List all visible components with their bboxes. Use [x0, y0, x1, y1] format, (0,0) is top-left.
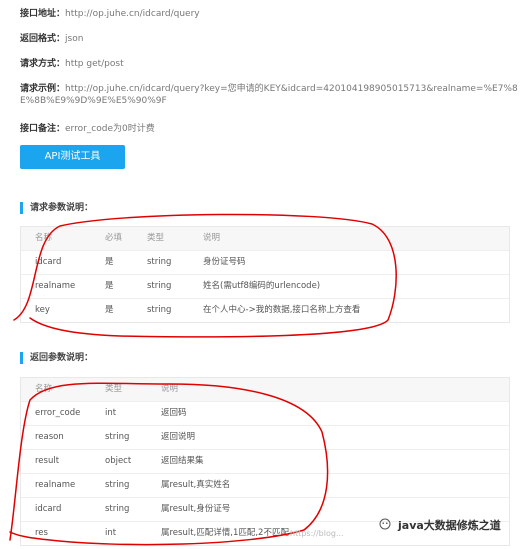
info-address: 接口地址：http://op.juhe.cn/idcard/query	[20, 8, 200, 20]
param-description: 返回说明	[161, 432, 196, 442]
param-description: 姓名(需utf8编码的urlencode)	[203, 281, 321, 291]
param-name: error_code	[35, 408, 81, 418]
address-value[interactable]: http://op.juhe.cn/idcard/query	[65, 9, 200, 19]
param-description: 身份证号码	[203, 257, 246, 267]
info-format: 返回格式：json	[20, 33, 83, 45]
param-description: 返回结果集	[161, 456, 204, 466]
table-header-row: 名称 类型 说明	[21, 378, 509, 401]
info-method: 请求方式：http get/post	[20, 58, 124, 70]
param-name: key	[35, 305, 50, 315]
table-row: error_code int 返回码	[21, 401, 509, 425]
info-example: 请求示例：http://op.juhe.cn/idcard/query?key=…	[20, 83, 520, 107]
note-label: 接口备注：	[20, 124, 66, 134]
table-row: reason string 返回说明	[21, 425, 509, 449]
table-row: key 是 string 在个人中心->我的数据,接口名称上方查看	[21, 298, 509, 322]
info-note: 接口备注：error_code为0时计费	[20, 123, 155, 135]
param-type: string	[105, 432, 130, 442]
example-value[interactable]: http://op.juhe.cn/idcard/query?key=您申请的K…	[20, 84, 518, 106]
param-description: 返回码	[161, 408, 187, 418]
param-name: res	[35, 528, 48, 538]
table-header-row: 名称 必填 类型 说明	[21, 227, 509, 250]
header-type: 类型	[147, 233, 165, 243]
address-label: 接口地址：	[20, 9, 66, 19]
param-type: int	[105, 408, 117, 418]
param-description: 属result,真实姓名	[161, 480, 231, 490]
method-label: 请求方式：	[20, 59, 66, 69]
note-value: error_code为0时计费	[65, 124, 155, 134]
param-required: 是	[105, 305, 114, 315]
request-params-table: 名称 必填 类型 说明 idcard 是 string 身份证号码 realna…	[20, 226, 510, 323]
format-value: json	[65, 34, 84, 44]
param-type: string	[147, 257, 172, 267]
header-description: 说明	[161, 384, 179, 394]
table-row: realname string 属result,真实姓名	[21, 473, 509, 497]
param-type: object	[105, 456, 132, 466]
section-accent-bar	[20, 352, 23, 364]
param-type: int	[105, 528, 117, 538]
param-required: 是	[105, 257, 114, 267]
watermark-text: java大数据修炼之道	[398, 519, 501, 532]
param-description: 在个人中心->我的数据,接口名称上方查看	[203, 305, 361, 315]
method-value: http get/post	[65, 59, 124, 69]
format-label: 返回格式：	[20, 34, 66, 44]
param-required: 是	[105, 281, 114, 291]
table-row: result object 返回结果集	[21, 449, 509, 473]
param-name: realname	[35, 480, 76, 490]
param-type: string	[147, 305, 172, 315]
param-name: realname	[35, 281, 76, 291]
param-name: idcard	[35, 257, 62, 267]
table-row: idcard 是 string 身份证号码	[21, 250, 509, 274]
param-description: 属result,匹配详情,1匹配,2不匹配	[161, 528, 289, 538]
example-label: 请求示例：	[20, 84, 66, 94]
section-accent-bar	[20, 202, 23, 214]
header-type: 类型	[105, 384, 123, 394]
wechat-icon	[379, 518, 391, 530]
header-name: 名称	[35, 233, 53, 243]
header-name: 名称	[35, 384, 53, 394]
watermark-url: https://blog...	[290, 529, 344, 538]
param-name: result	[35, 456, 60, 466]
param-name: reason	[35, 432, 64, 442]
header-required: 必填	[105, 233, 123, 243]
header-description: 说明	[203, 233, 221, 243]
param-name: idcard	[35, 504, 62, 514]
api-test-tool-button[interactable]: API测试工具	[20, 145, 125, 169]
param-type: string	[147, 281, 172, 291]
table-row: realname 是 string 姓名(需utf8编码的urlencode)	[21, 274, 509, 298]
param-type: string	[105, 480, 130, 490]
param-description: 属result,身份证号	[161, 504, 231, 514]
param-type: string	[105, 504, 130, 514]
